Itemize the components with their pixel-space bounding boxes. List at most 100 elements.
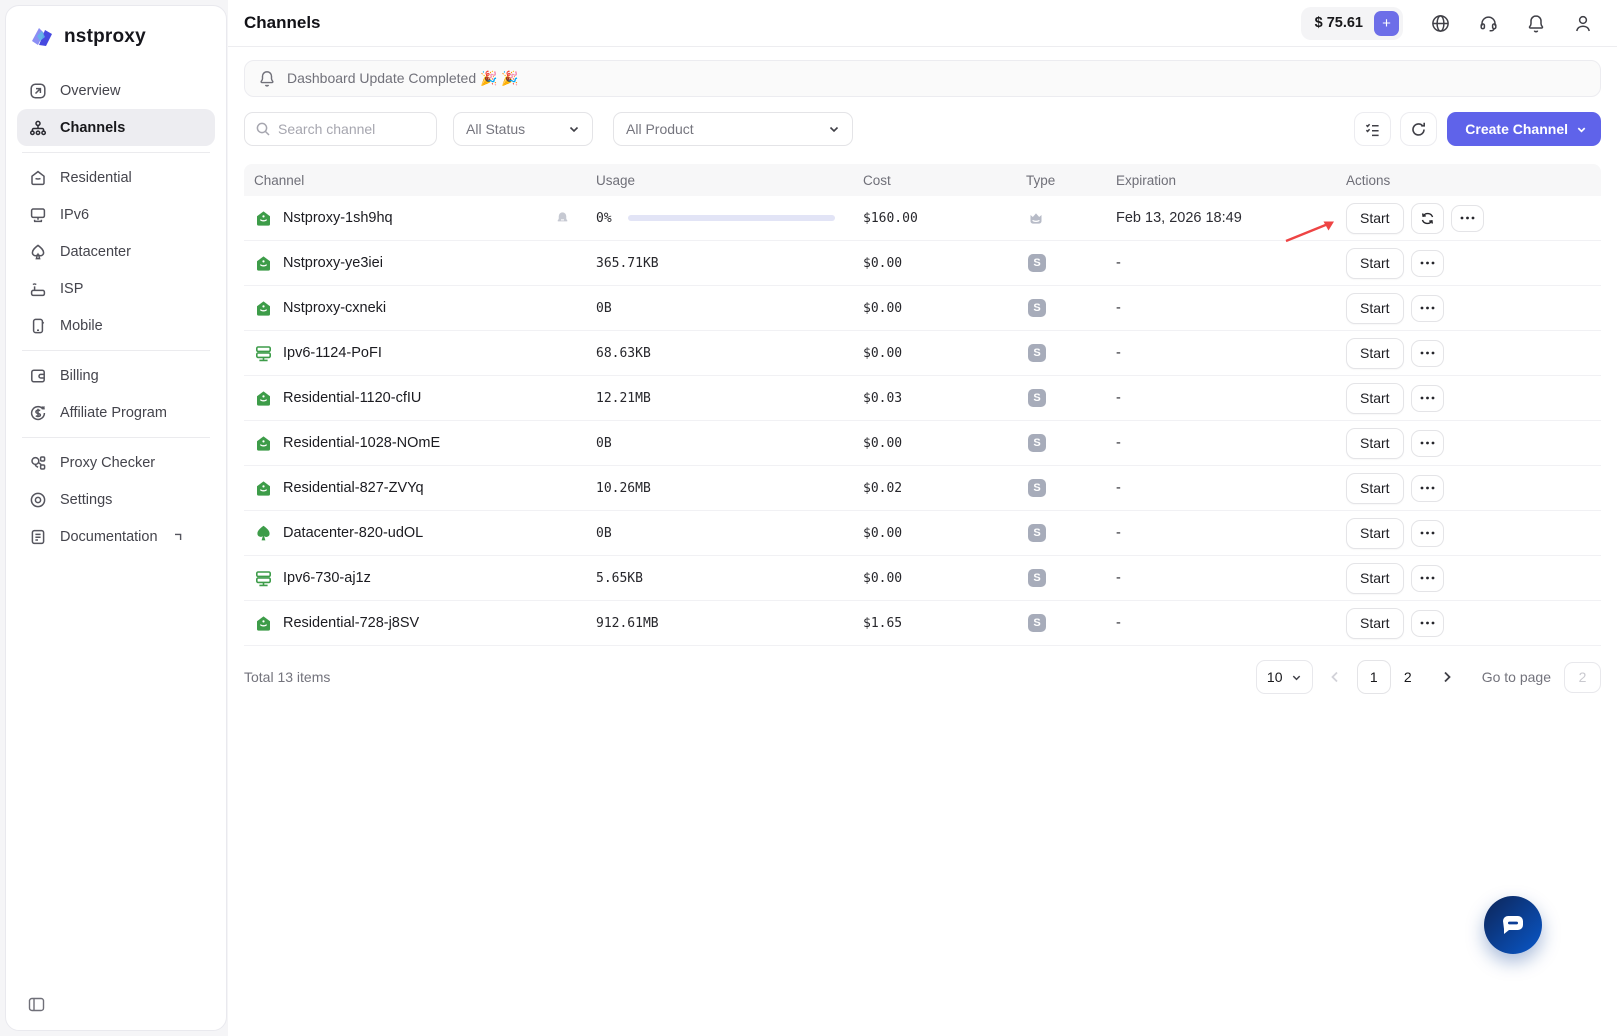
more-actions-button[interactable]: [1411, 340, 1444, 367]
cost-value: $160.00: [853, 211, 1016, 226]
page-title: Channels: [244, 13, 321, 33]
type-badge: S: [1028, 569, 1046, 587]
column-header-expiration: Expiration: [1106, 173, 1336, 188]
start-button[interactable]: Start: [1346, 428, 1404, 459]
sidebar-item-mobile[interactable]: Mobile: [17, 307, 215, 344]
support-button[interactable]: [1478, 13, 1499, 34]
more-actions-button[interactable]: [1411, 610, 1444, 637]
goto-page-label: Go to page: [1482, 669, 1551, 685]
ellipsis-icon: [1420, 486, 1435, 490]
sidebar-item-label: Residential: [60, 170, 132, 186]
sidebar-collapse-button[interactable]: [28, 996, 45, 1016]
usage-value: 68.63KB: [596, 346, 651, 361]
start-button[interactable]: Start: [1346, 563, 1404, 594]
usage-value: 912.61MB: [596, 616, 659, 631]
chevron-right-icon: [1440, 670, 1454, 684]
start-button[interactable]: Start: [1346, 248, 1404, 279]
usage-value: 0B: [596, 526, 612, 541]
add-funds-button[interactable]: +: [1374, 11, 1399, 36]
announcement-banner[interactable]: Dashboard Update Completed 🎉 🎉: [244, 60, 1601, 97]
create-channel-button[interactable]: Create Channel: [1447, 112, 1601, 146]
account-button[interactable]: [1573, 13, 1593, 34]
cost-value: $0.00: [853, 256, 1016, 271]
start-button[interactable]: Start: [1346, 608, 1404, 639]
more-actions-button[interactable]: [1411, 565, 1444, 592]
sidebar-item-affiliate[interactable]: Affiliate Program: [17, 394, 215, 431]
ipv6-channel-icon: [254, 344, 273, 363]
channel-name: Nstproxy-1sh9hq: [283, 210, 393, 226]
bell-muted-icon: [555, 210, 570, 226]
type-badge: S: [1028, 614, 1046, 632]
cost-value: $0.00: [853, 346, 1016, 361]
sidebar-item-channels[interactable]: Channels: [17, 109, 215, 146]
refresh-button[interactable]: [1400, 112, 1437, 146]
search-input[interactable]: [244, 112, 437, 146]
product-select-value: All Product: [626, 121, 828, 137]
usage-value: 5.65KB: [596, 571, 643, 586]
product-select[interactable]: All Product: [613, 112, 853, 146]
expiration-value: -: [1106, 615, 1336, 631]
usage-progress-bar: [628, 215, 835, 221]
sidebar-item-proxy-checker[interactable]: Proxy Checker: [17, 444, 215, 481]
start-button[interactable]: Start: [1346, 473, 1404, 504]
balance-amount: $ 75.61: [1315, 15, 1363, 31]
more-actions-button[interactable]: [1411, 475, 1444, 502]
page-size-value: 10: [1267, 669, 1283, 685]
expiration-value: -: [1106, 255, 1336, 271]
globe-icon: [1430, 13, 1451, 34]
sidebar-item-documentation[interactable]: Documentation: [17, 518, 215, 555]
user-icon: [1573, 13, 1593, 34]
channel-name: Residential-1028-NOmE: [283, 435, 440, 451]
usage-value: 0B: [596, 436, 612, 451]
chevron-down-icon: [1576, 124, 1587, 135]
sidebar-divider: [22, 350, 210, 351]
more-actions-button[interactable]: [1451, 205, 1484, 232]
sidebar-item-settings[interactable]: Settings: [17, 481, 215, 518]
sidebar-item-billing[interactable]: Billing: [17, 357, 215, 394]
page-button-2[interactable]: 2: [1391, 660, 1425, 694]
proxy-checker-icon: [29, 454, 47, 472]
status-select[interactable]: All Status: [453, 112, 593, 146]
sidebar-item-overview[interactable]: Overview: [17, 72, 215, 109]
total-items-text: Total 13 items: [244, 669, 330, 685]
table-body: Nstproxy-1sh9hq 0% $160.00 Feb 13, 2026 …: [244, 196, 1601, 646]
more-actions-button[interactable]: [1411, 430, 1444, 457]
table-row: Residential-1028-NOmE 0B $0.00 S - Start: [244, 421, 1601, 466]
page-size-select[interactable]: 10: [1256, 660, 1313, 694]
prev-page-button[interactable]: [1328, 670, 1342, 684]
language-button[interactable]: [1430, 13, 1451, 34]
renew-button[interactable]: [1411, 203, 1444, 234]
sidebar-item-residential[interactable]: Residential: [17, 159, 215, 196]
goto-page-input[interactable]: [1564, 662, 1601, 693]
search-icon: [255, 121, 271, 137]
more-actions-button[interactable]: [1411, 520, 1444, 547]
balance-pill[interactable]: $ 75.61 +: [1301, 7, 1403, 40]
expiration-value: -: [1106, 525, 1336, 541]
start-button[interactable]: Start: [1346, 383, 1404, 414]
more-actions-button[interactable]: [1411, 385, 1444, 412]
more-actions-button[interactable]: [1411, 295, 1444, 322]
type-badge: S: [1028, 299, 1046, 317]
start-button[interactable]: Start: [1346, 518, 1404, 549]
more-actions-button[interactable]: [1411, 250, 1444, 277]
notifications-button[interactable]: [1526, 13, 1546, 34]
chat-widget-button[interactable]: [1484, 896, 1542, 954]
channels-table: Channel Usage Cost Type Expiration Actio…: [244, 164, 1601, 646]
type-badge: S: [1028, 389, 1046, 407]
start-button[interactable]: Start: [1346, 338, 1404, 369]
headset-icon: [1478, 13, 1499, 34]
type-badge: S: [1028, 344, 1046, 362]
sidebar-item-isp[interactable]: ISP: [17, 270, 215, 307]
ipv6-channel-icon: [254, 569, 273, 588]
next-page-button[interactable]: [1440, 670, 1454, 684]
overview-icon: [29, 82, 47, 100]
sidebar-item-ipv6[interactable]: IPv6: [17, 196, 215, 233]
residential-channel-icon: [254, 299, 273, 318]
sidebar-item-datacenter[interactable]: Datacenter: [17, 233, 215, 270]
page-button-1[interactable]: 1: [1357, 660, 1391, 694]
filter-bar: All Status All Product Create Channel: [244, 112, 1601, 146]
channel-name: Residential-1120-cfIU: [283, 390, 421, 406]
start-button[interactable]: Start: [1346, 293, 1404, 324]
column-settings-button[interactable]: [1354, 112, 1391, 146]
start-button[interactable]: Start: [1346, 203, 1404, 234]
